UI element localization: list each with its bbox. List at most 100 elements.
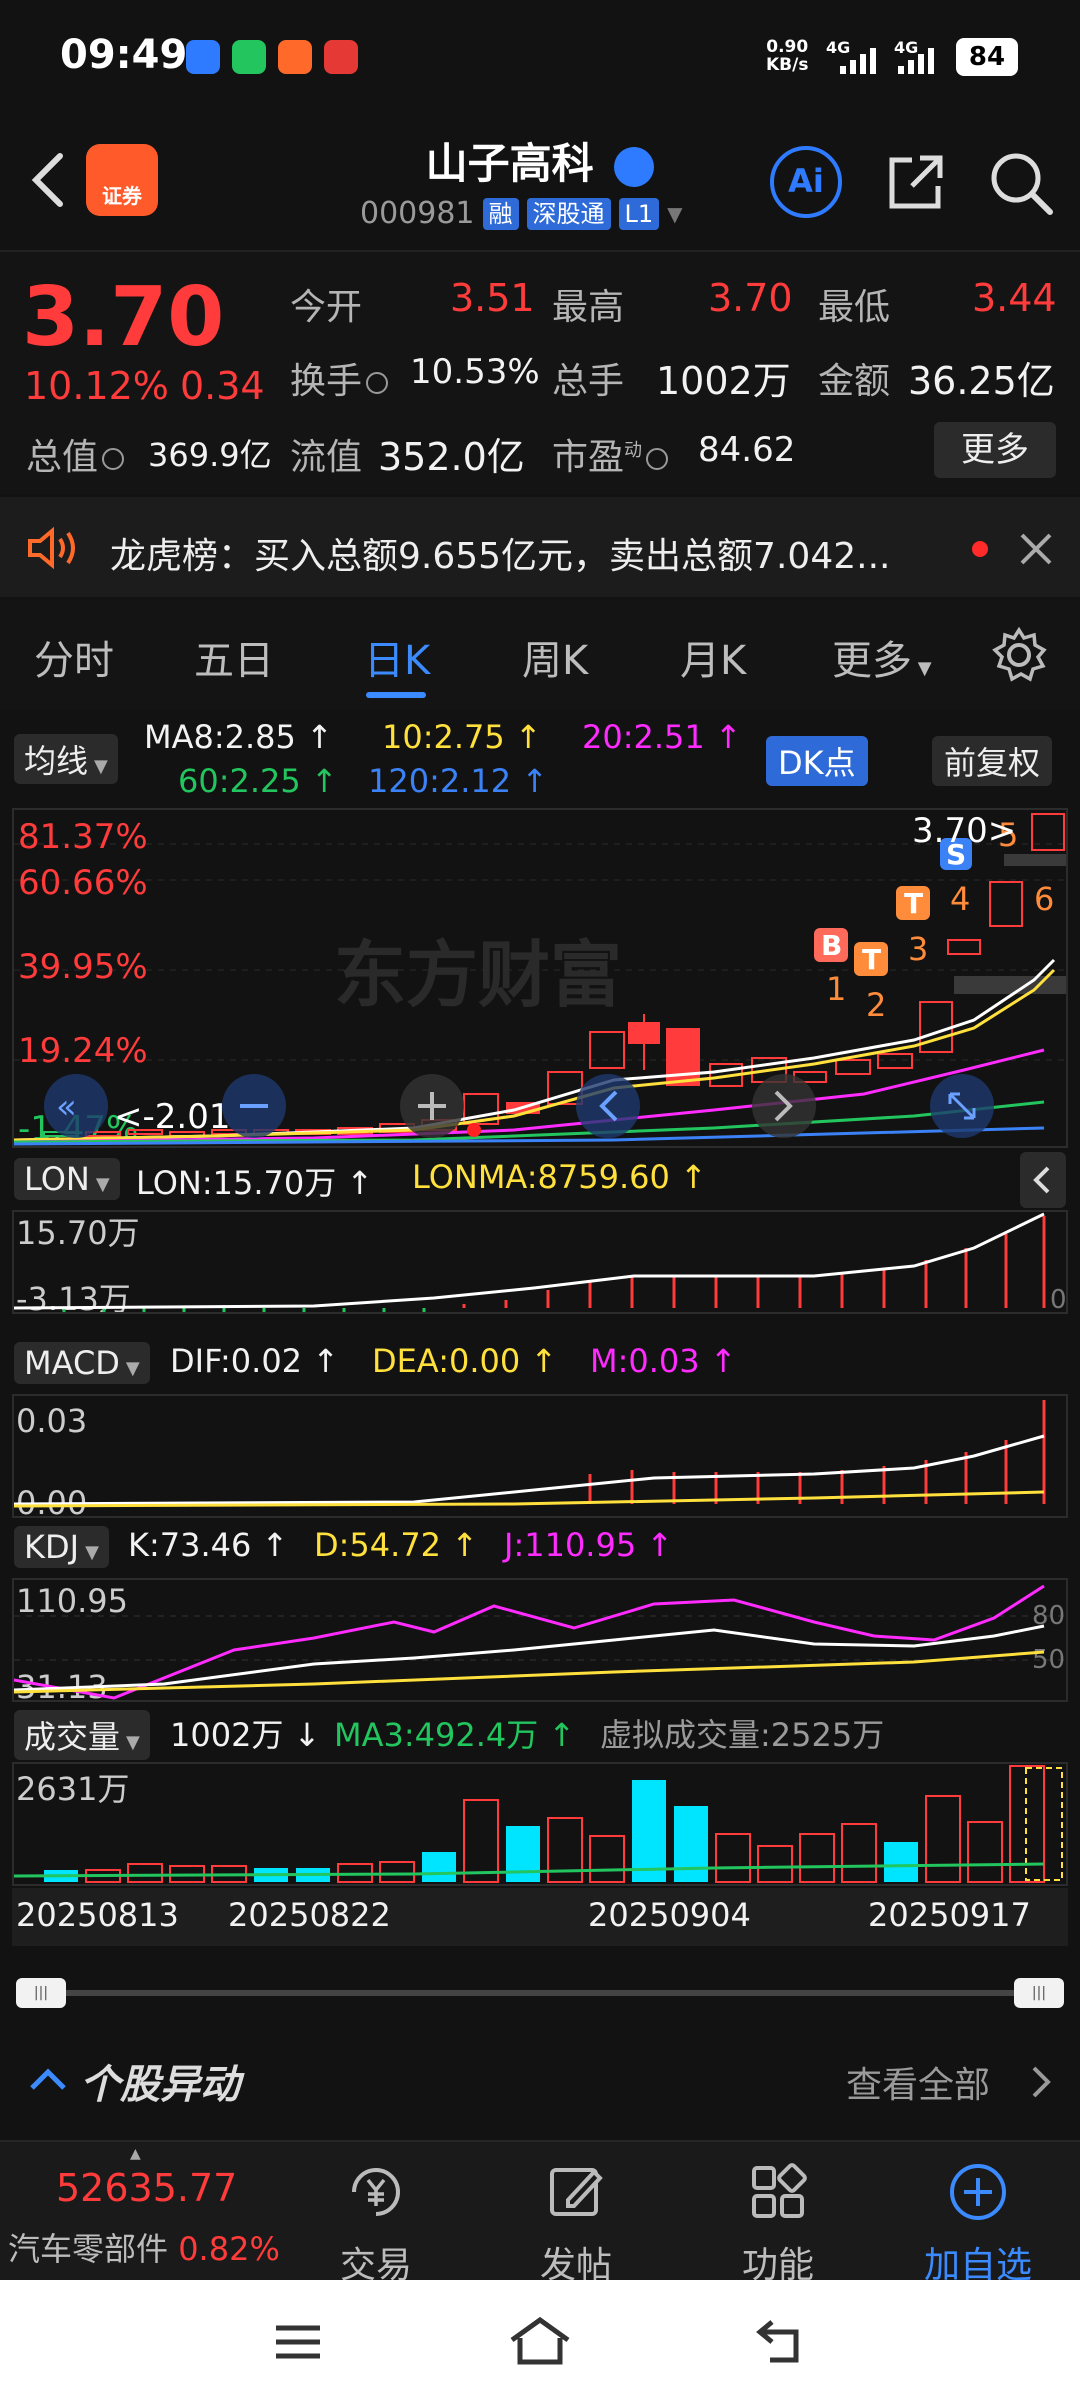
pe-label: 市盈动 — [552, 428, 672, 480]
candle — [1031, 813, 1065, 851]
slider-left-handle[interactable]: ||| — [16, 1978, 66, 2008]
volume-bar — [967, 1821, 1003, 1883]
sector-name: 汽车零部件 — [8, 2230, 169, 2268]
signal-b-text: B — [821, 929, 842, 962]
margin-tag: 融 — [482, 197, 519, 230]
kdj-axis-top: 110.95 — [16, 1582, 128, 1620]
chart-range-slider[interactable]: ||| ||| — [16, 1978, 1064, 2008]
menu-icon[interactable] — [274, 2322, 322, 2362]
kline-chart[interactable]: 东方财富 81.37% 60.66% 39.95% 19.24% -1.47% — [12, 808, 1068, 1149]
notice-text[interactable]: 龙虎榜：买入总额9.655亿元，卖出总额7.042... — [110, 527, 930, 579]
lon-value: LON:15.70万 ↑ — [136, 1164, 374, 1202]
battery-level: 84 — [956, 38, 1018, 76]
d-line — [13, 1650, 1045, 1694]
view-all-link[interactable]: 查看全部 — [846, 2056, 990, 2108]
ma60-value: 60:2.25 ↑ — [178, 762, 338, 800]
pe-value: 84.62 — [698, 430, 796, 470]
volume-bar — [506, 1826, 540, 1882]
kdj-50-label: 50 — [1032, 1645, 1065, 1675]
ma-legend: 均线 ▼ MA8:2.85 ↑ 10:2.75 ↑ 20:2.51 ↑ 60:2.… — [0, 718, 1080, 808]
volume-chart[interactable]: 2631万 — [12, 1762, 1068, 1886]
change-percent: 10.12% — [24, 364, 169, 408]
price-adjust-button[interactable]: 前复权 — [932, 736, 1053, 786]
info-icon — [102, 448, 125, 470]
macd-selector-button[interactable]: MACD ▼ — [14, 1342, 150, 1384]
dif-value: DIF:0.02 ↑ — [170, 1342, 340, 1380]
d-value: D:54.72 ↑ — [314, 1526, 479, 1564]
stock-code-row[interactable]: 000981 融 深股通 L1 ▼ — [360, 196, 683, 231]
close-icon[interactable] — [1018, 531, 1054, 567]
tab-intraday[interactable]: 分时 — [34, 628, 114, 686]
more-quote-button[interactable]: 更多 — [934, 422, 1056, 478]
float-label: 流值 — [290, 437, 363, 478]
lonma-value: LONMA:8759.60 ↑ — [412, 1158, 707, 1196]
collapse-panel-button[interactable] — [1020, 1152, 1066, 1208]
turnover-label: 换手 — [290, 352, 392, 404]
macd-axis-bottom: 0.00 — [16, 1484, 87, 1516]
stock-movement-section[interactable]: 个股异动 查看全部 — [0, 2030, 1080, 2140]
chevron-up-icon[interactable] — [28, 2064, 68, 2094]
candle — [947, 939, 981, 955]
active-tab-indicator — [366, 692, 426, 698]
share-icon[interactable] — [884, 150, 948, 214]
volume-axis-top: 2631万 — [16, 1770, 129, 1808]
axis-label-3: 19.24% — [18, 1031, 148, 1071]
search-icon[interactable] — [986, 148, 1056, 218]
volume-bar — [379, 1861, 415, 1883]
tab-daily-k[interactable]: 日K — [364, 628, 430, 686]
kdj-legend: KDJ ▼ K:73.46 ↑ D:54.72 ↑ J:110.95 ↑ — [0, 1520, 1080, 1576]
lon-legend: LON ▼ LON:15.70万 ↑ LONMA:8759.60 ↑ — [0, 1152, 1080, 1208]
high-label: 最高 — [552, 287, 625, 328]
step-left-button[interactable] — [576, 1074, 640, 1138]
post-button[interactable]: 发帖 — [476, 2160, 676, 2288]
home-icon[interactable] — [508, 2316, 572, 2366]
tab-monthly-k[interactable]: 月K — [680, 628, 746, 686]
period-tabs: 分时 五日 日K 周K 月K 更多 ▼ — [0, 600, 1080, 710]
add-watchlist-button[interactable]: 加自选 — [878, 2160, 1078, 2288]
lon-selector-button[interactable]: LON ▼ — [14, 1158, 120, 1200]
macd-chart[interactable]: 0.03 0.00 — [12, 1394, 1068, 1522]
volume-bar — [757, 1845, 793, 1883]
back-icon[interactable] — [756, 2318, 808, 2364]
functions-button[interactable]: 功能 — [678, 2160, 878, 2288]
slider-right-handle[interactable]: ||| — [1014, 1978, 1064, 2008]
low-label: 最低 — [818, 287, 891, 328]
sector-index-value[interactable]: 52635.77 — [56, 2166, 237, 2210]
volume-bar — [589, 1835, 625, 1883]
candle — [666, 1028, 700, 1086]
tab-five-day[interactable]: 五日 — [194, 628, 274, 686]
kdj-selector-button[interactable]: KDJ ▼ — [14, 1526, 109, 1568]
tab-weekly-k[interactable]: 周K — [522, 628, 588, 686]
signal-num-4: 4 — [950, 880, 970, 918]
trade-button[interactable]: 交易 — [276, 2160, 476, 2288]
volume-bar — [715, 1833, 751, 1883]
axis-label-2: 39.95% — [18, 947, 148, 987]
change-amount: 0.34 — [180, 364, 265, 408]
volume-bar — [884, 1842, 918, 1882]
macd-bars — [588, 1400, 1046, 1504]
date-label-0: 20250813 — [16, 1896, 179, 1934]
macd-axis-top: 0.03 — [16, 1402, 87, 1440]
chevron-right-icon[interactable] — [1030, 2064, 1054, 2100]
volume-selector-button[interactable]: 成交量 ▼ — [14, 1710, 150, 1760]
mktcap-value: 369.9亿 — [148, 436, 272, 474]
step-right-button[interactable] — [752, 1074, 816, 1138]
lon-axis-zero: 0 — [1050, 1285, 1066, 1312]
dk-point-button[interactable]: DK点 — [766, 736, 868, 786]
signal-num-2: 2 — [866, 986, 886, 1024]
signal-t2-text: T — [904, 887, 923, 920]
gear-icon[interactable] — [990, 626, 1048, 684]
tab-more[interactable]: 更多 ▼ — [832, 628, 932, 686]
lon-chart[interactable]: 15.70万 -3.13万 0 — [12, 1210, 1068, 1318]
kdj-chart[interactable]: 110.95 31.13 80 50 — [12, 1578, 1068, 1706]
phone-notification-icon — [232, 40, 266, 74]
float-value: 352.0亿 — [378, 435, 525, 479]
ma-selector-button[interactable]: 均线 ▼ — [14, 734, 118, 784]
dragon-tiger-notice[interactable]: 龙虎榜：买入总额9.655亿元，卖出总额7.042... — [0, 497, 1080, 597]
volume-svg: 2631万 — [13, 1765, 1063, 1883]
sector-index-row[interactable]: 汽车零部件 0.82% — [8, 2224, 280, 2270]
volume-bar — [422, 1852, 456, 1882]
ai-assistant-button[interactable]: Ai — [770, 146, 842, 218]
status-bar: 09:49 0.90 KB/s 4G 4G 84 — [0, 0, 1080, 110]
date-label-1: 20250822 — [228, 1896, 391, 1934]
